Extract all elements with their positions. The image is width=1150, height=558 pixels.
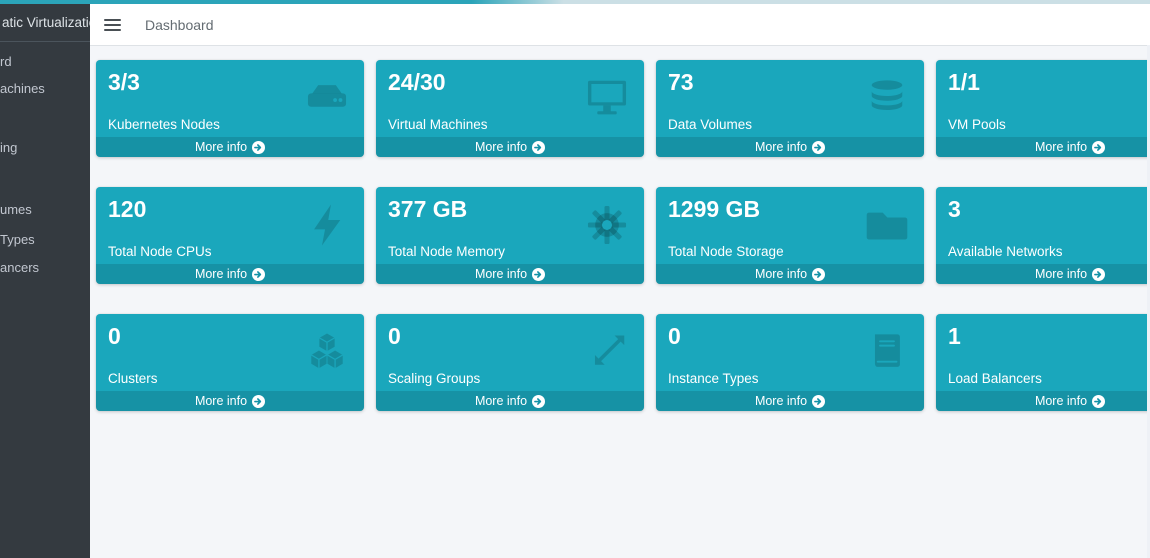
more-info-link[interactable]: More info: [376, 137, 644, 157]
top-accent-bar: [0, 0, 1150, 4]
more-info-link[interactable]: More info: [96, 264, 364, 284]
stat-card-body: 1/1 VM Pools: [936, 60, 1150, 137]
book-icon: [863, 329, 911, 375]
bolt-icon: [303, 202, 351, 248]
navbar-dashboard-link[interactable]: Dashboard: [145, 17, 214, 33]
more-info-label: More info: [754, 394, 808, 408]
expand-arrows-icon: [583, 329, 631, 375]
stat-card: 0 Instance Types More info: [656, 314, 924, 411]
more-info-label: More info: [754, 267, 808, 281]
more-info-link[interactable]: More info: [656, 391, 924, 411]
stat-card: 73 Data Volumes More info: [656, 60, 924, 157]
more-info-label: More info: [1034, 140, 1088, 154]
stat-card-body: 0 Clusters: [96, 314, 364, 391]
stat-value: 1/1: [948, 69, 980, 95]
arrow-circle-right-icon: [812, 140, 826, 154]
more-info-link[interactable]: More info: [376, 391, 644, 411]
stat-card: 120 Total Node CPUs More info: [96, 187, 364, 284]
cards-grid: 3/3 Kubernetes Nodes More info 24/30 Vir…: [90, 46, 1150, 411]
more-info-label: More info: [194, 140, 248, 154]
more-info-label: More info: [194, 267, 248, 281]
top-navbar: Dashboard: [90, 4, 1150, 46]
stat-card-body: 1 Load Balancers: [936, 314, 1150, 391]
cubes-icon: [303, 329, 351, 375]
hdd-icon: [303, 75, 351, 121]
stat-card-body: 73 Data Volumes: [656, 60, 924, 137]
arrow-circle-right-icon: [252, 140, 266, 154]
stat-card: 3 Available Networks More info: [936, 187, 1150, 284]
more-info-label: More info: [474, 140, 528, 154]
stat-card-body: 3 Available Networks: [936, 187, 1150, 264]
more-info-label: More info: [474, 267, 528, 281]
sidebar-item-volumes[interactable]: umes: [0, 203, 32, 217]
sidebar-toggle-hamburger-icon[interactable]: [104, 18, 121, 31]
arrow-circle-right-icon: [252, 394, 266, 408]
stat-card: 0 Scaling Groups More info: [376, 314, 644, 411]
more-info-label: More info: [194, 394, 248, 408]
stat-card: 3/3 Kubernetes Nodes More info: [96, 60, 364, 157]
more-info-link[interactable]: More info: [376, 264, 644, 284]
more-info-link[interactable]: More info: [936, 264, 1150, 284]
more-info-link[interactable]: More info: [936, 137, 1150, 157]
sidebar-item-scaling[interactable]: ing: [0, 141, 17, 155]
arrow-circle-right-icon: [1092, 140, 1106, 154]
sidebar-item-instance-types[interactable]: Types: [0, 233, 35, 247]
arrow-circle-right-icon: [532, 267, 546, 281]
arrow-circle-right-icon: [1092, 394, 1106, 408]
more-info-link[interactable]: More info: [656, 264, 924, 284]
stat-card: 1 Load Balancers More info: [936, 314, 1150, 411]
folder-icon: [863, 202, 911, 248]
gear-icon: [583, 202, 631, 248]
stat-label: Available Networks: [948, 244, 1063, 259]
more-info-label: More info: [474, 394, 528, 408]
stat-card: 377 GB Total Node Memory More info: [376, 187, 644, 284]
stat-card-body: 0 Instance Types: [656, 314, 924, 391]
sidebar-brand-label: atic Virtualization: [2, 15, 90, 30]
database-icon: [863, 75, 911, 121]
stat-value: 1: [948, 323, 961, 349]
more-info-link[interactable]: More info: [936, 391, 1150, 411]
stat-card: 24/30 Virtual Machines More info: [376, 60, 644, 157]
stat-card-body: 1299 GB Total Node Storage: [656, 187, 924, 264]
stat-card: 0 Clusters More info: [96, 314, 364, 411]
stat-card-body: 377 GB Total Node Memory: [376, 187, 644, 264]
stat-card-body: 24/30 Virtual Machines: [376, 60, 644, 137]
content-area: 3/3 Kubernetes Nodes More info 24/30 Vir…: [90, 46, 1150, 558]
sidebar-item-dashboard[interactable]: rd: [0, 55, 12, 69]
arrow-circle-right-icon: [1092, 267, 1106, 281]
stat-value: 3: [948, 196, 961, 222]
stat-card-body: 120 Total Node CPUs: [96, 187, 364, 264]
desktop-icon: [583, 75, 631, 121]
sidebar: atic Virtualization rd achines ing umes …: [0, 4, 90, 558]
arrow-circle-right-icon: [532, 140, 546, 154]
more-info-label: More info: [754, 140, 808, 154]
sidebar-item-load-balancers[interactable]: ancers: [0, 261, 39, 275]
stat-label: VM Pools: [948, 117, 1006, 132]
stat-card: 1299 GB Total Node Storage More info: [656, 187, 924, 284]
stat-card-body: 0 Scaling Groups: [376, 314, 644, 391]
arrow-circle-right-icon: [812, 267, 826, 281]
stat-card-body: 3/3 Kubernetes Nodes: [96, 60, 364, 137]
more-info-link[interactable]: More info: [96, 391, 364, 411]
stat-label: Load Balancers: [948, 371, 1042, 386]
more-info-label: More info: [1034, 394, 1088, 408]
more-info-link[interactable]: More info: [96, 137, 364, 157]
arrow-circle-right-icon: [812, 394, 826, 408]
sidebar-brand[interactable]: atic Virtualization: [0, 4, 90, 42]
sidebar-item-virtual-machines[interactable]: achines: [0, 82, 45, 96]
arrow-circle-right-icon: [532, 394, 546, 408]
more-info-link[interactable]: More info: [656, 137, 924, 157]
more-info-label: More info: [1034, 267, 1088, 281]
arrow-circle-right-icon: [252, 267, 266, 281]
stat-card: 1/1 VM Pools More info: [936, 60, 1150, 157]
